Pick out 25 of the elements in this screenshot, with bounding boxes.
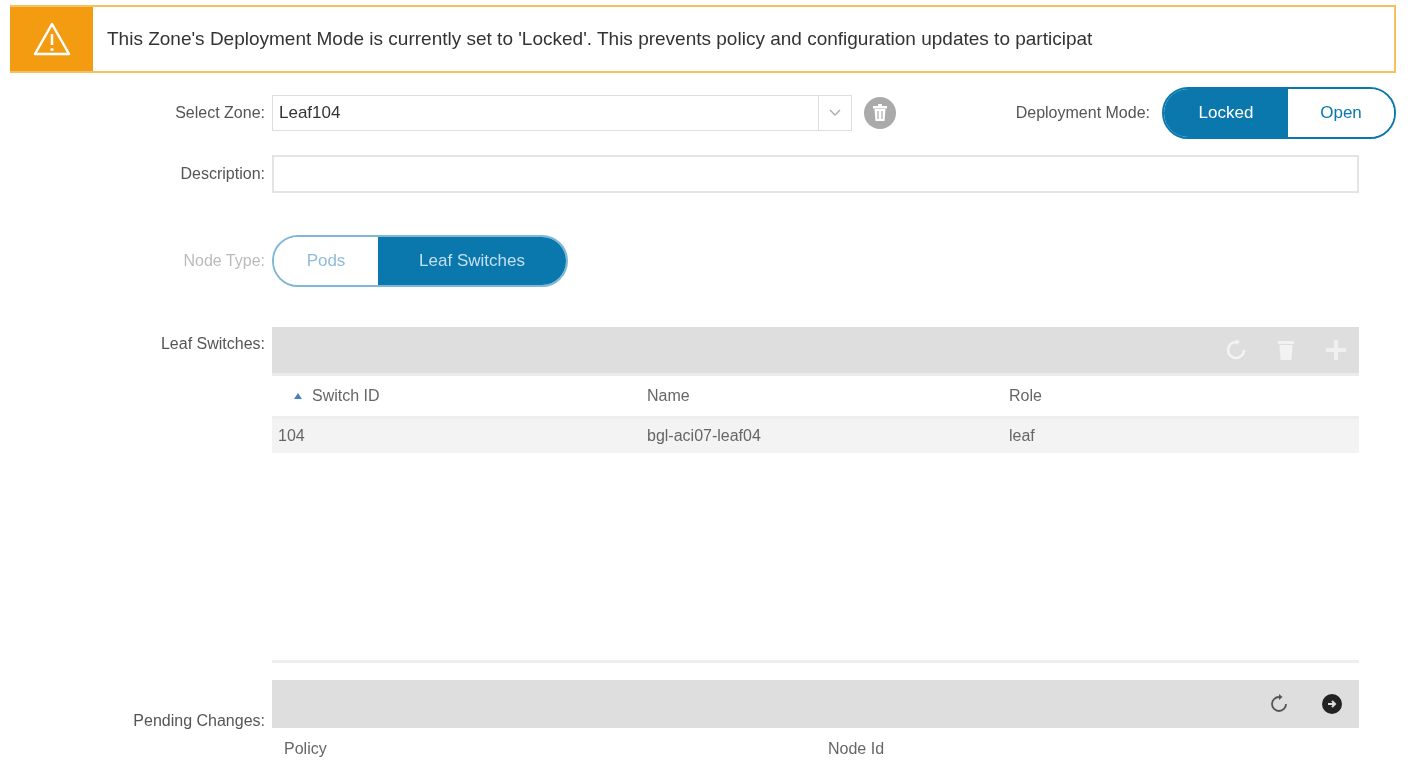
description-field[interactable] bbox=[272, 155, 1359, 193]
table-cell-text: leaf bbox=[1009, 427, 1036, 445]
field-label: Pending Changes: bbox=[132, 712, 265, 730]
field-label: Description: bbox=[179, 165, 265, 183]
column-header[interactable]: Role bbox=[1009, 387, 1359, 405]
field-label: Select Zone: bbox=[174, 104, 265, 122]
table-cell-text: bgl-aci07-leaf04 bbox=[647, 427, 762, 445]
refresh-icon[interactable] bbox=[1269, 694, 1289, 714]
field-label: Leaf Switches: bbox=[159, 335, 265, 353]
caret-icon bbox=[829, 109, 841, 117]
column-header[interactable]: Name bbox=[647, 387, 1009, 405]
column-header[interactable]: Switch ID bbox=[272, 387, 647, 405]
table-cell-text: 104 bbox=[277, 427, 306, 445]
field-label: Node Type: bbox=[182, 252, 265, 270]
warning-message: This Zone's Deployment Mode is currently set to 'Locked'. This prevents policy and configuration updates to participat bbox=[107, 28, 1093, 50]
delete-button[interactable] bbox=[864, 97, 896, 129]
deploy-icon[interactable] bbox=[1321, 693, 1343, 715]
field-label: Deployment Mode: bbox=[1015, 104, 1150, 122]
column-header[interactable]: Node Id bbox=[828, 740, 1359, 758]
table-row[interactable]: 104 bgl-aci07-leaf04 leaf bbox=[272, 419, 1359, 453]
column-header[interactable]: Policy bbox=[272, 740, 828, 758]
trash-icon bbox=[872, 104, 888, 122]
zone-select[interactable]: Leaf104 bbox=[272, 95, 852, 131]
warning-icon bbox=[31, 21, 72, 57]
mode-option[interactable]: Locked bbox=[1164, 89, 1288, 137]
